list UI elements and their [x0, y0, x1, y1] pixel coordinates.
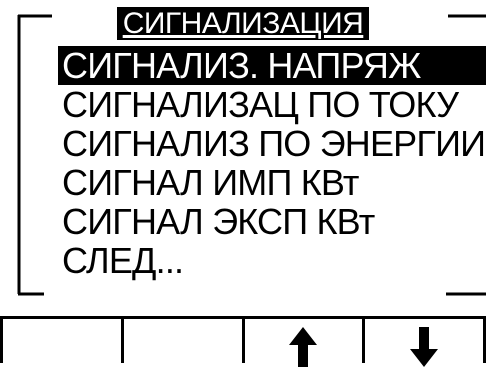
menu-item-export-kw-alarm[interactable]: СИГНАЛ ЭКСП КВт — [58, 202, 486, 242]
menu-title: СИГНАЛИЗАЦИЯ — [116, 7, 370, 40]
menu-item-next[interactable]: СЛЕД... — [58, 241, 486, 281]
softkey-2[interactable] — [120, 319, 242, 363]
lcd-screen: СИГНАЛИЗАЦИЯ СИГНАЛИЗ. НАПРЯЖ СИГНАЛИЗАЦ… — [0, 0, 486, 367]
softkey-1[interactable] — [0, 319, 121, 363]
menu-item-energy-alarm[interactable]: СИГНАЛИЗ ПО ЭНЕРГИИ — [58, 124, 486, 164]
menu-item-import-kw-alarm[interactable]: СИГНАЛ ИМП КВт — [58, 163, 486, 203]
arrow-up-icon — [289, 327, 318, 367]
arrow-down-icon — [410, 327, 439, 367]
menu-item-voltage-alarm[interactable]: СИГНАЛИЗ. НАПРЯЖ — [58, 46, 486, 86]
softkey-up[interactable] — [241, 319, 363, 367]
menu-list: СИГНАЛИЗ. НАПРЯЖ СИГНАЛИЗАЦ ПО ТОКУ СИГН… — [58, 46, 486, 281]
softkey-down[interactable] — [362, 319, 486, 367]
menu-item-current-alarm[interactable]: СИГНАЛИЗАЦ ПО ТОКУ — [58, 85, 486, 125]
softkey-bar — [0, 316, 486, 367]
